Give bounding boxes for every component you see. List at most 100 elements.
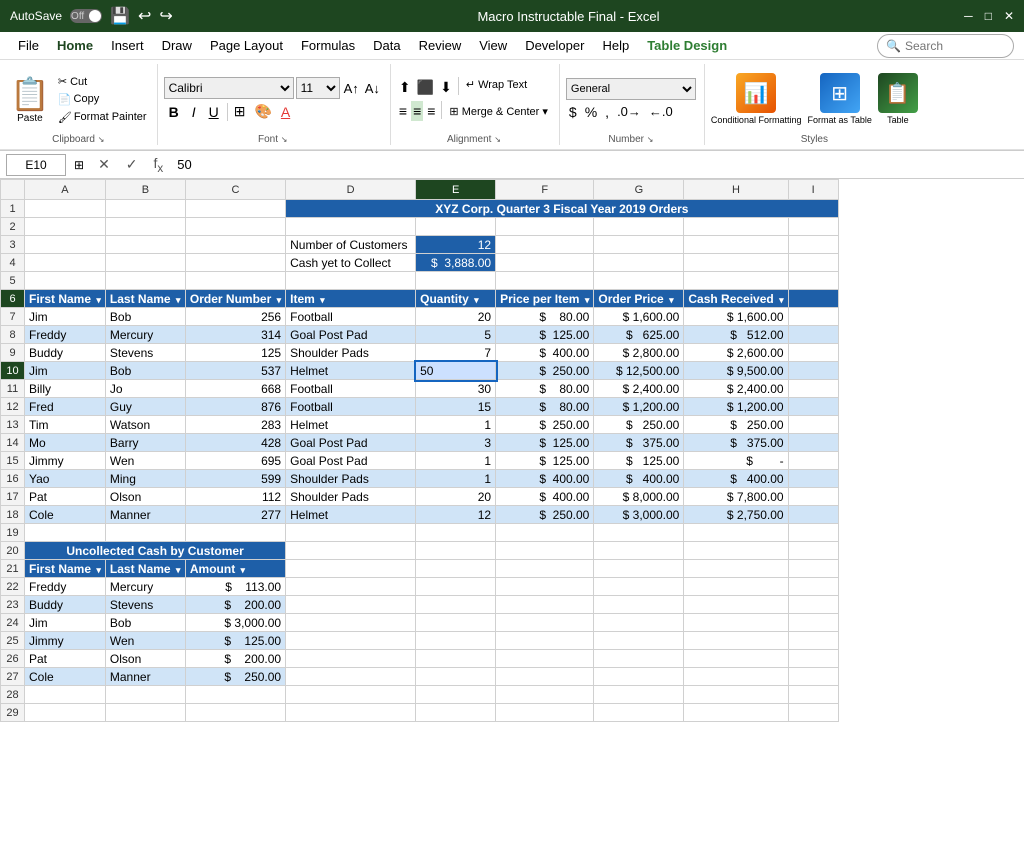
- conditional-formatting-button[interactable]: 📊 Conditional Formatting: [711, 73, 802, 125]
- row-header: 9: [1, 344, 25, 362]
- row-header: 6: [1, 290, 25, 308]
- font-size-select[interactable]: 11: [296, 77, 340, 99]
- border-button[interactable]: ⊞: [231, 102, 249, 121]
- formula-input[interactable]: [173, 154, 1018, 176]
- search-icon: 🔍: [886, 39, 901, 53]
- col-header-i[interactable]: I: [788, 180, 838, 200]
- insert-function-button[interactable]: fx: [148, 153, 170, 177]
- align-right-button[interactable]: ≡: [425, 101, 437, 121]
- window-controls[interactable]: ─ □ ✕: [964, 9, 1014, 23]
- row-header: 23: [1, 596, 25, 614]
- table-row: 8 Freddy Mercury 314 Goal Post Pad 5 $ 1…: [1, 326, 839, 344]
- format-painter-button[interactable]: 🖌Format Painter: [56, 110, 149, 125]
- col-header-e[interactable]: E: [416, 180, 496, 200]
- table-row: 11 Billy Jo 668 Football 30 $ 80.00 $ 2,…: [1, 380, 839, 398]
- menu-developer[interactable]: Developer: [517, 36, 592, 55]
- row-header: 10: [1, 362, 25, 380]
- menu-data[interactable]: Data: [365, 36, 408, 55]
- row-header: 2: [1, 218, 25, 236]
- table-row: 9 Buddy Stevens 125 Shoulder Pads 7 $ 40…: [1, 344, 839, 362]
- table-row: 7 Jim Bob 256 Football 20 $ 80.00 $ 1,60…: [1, 308, 839, 326]
- col-header-b[interactable]: B: [105, 180, 185, 200]
- menu-page-layout[interactable]: Page Layout: [202, 36, 291, 55]
- table-row: 12 Fred Guy 876 Football 15 $ 80.00 $ 1,…: [1, 398, 839, 416]
- close-btn[interactable]: ✕: [1004, 9, 1014, 23]
- search-input[interactable]: [905, 39, 1005, 53]
- confirm-formula-button[interactable]: ✓: [120, 154, 144, 175]
- cell-a1[interactable]: [25, 200, 106, 218]
- menu-help[interactable]: Help: [594, 36, 637, 55]
- menu-formulas[interactable]: Formulas: [293, 36, 363, 55]
- cell-reference-input[interactable]: [6, 154, 66, 176]
- comma-format-button[interactable]: ,: [602, 103, 612, 121]
- save-icon[interactable]: 💾: [110, 6, 130, 26]
- col-header-g[interactable]: G: [594, 180, 684, 200]
- percent-format-button[interactable]: %: [582, 103, 600, 121]
- cell-title[interactable]: XYZ Corp. Quarter 3 Fiscal Year 2019 Ord…: [286, 200, 839, 218]
- autosave-toggle[interactable]: Off: [70, 9, 102, 23]
- italic-button[interactable]: I: [187, 103, 201, 121]
- redo-icon[interactable]: ↪: [159, 6, 172, 26]
- font-name-select[interactable]: Calibri: [164, 77, 294, 99]
- row-header: 5: [1, 272, 25, 290]
- menu-view[interactable]: View: [471, 36, 515, 55]
- increase-decimal-button[interactable]: .0→: [614, 103, 644, 120]
- paste-button[interactable]: 📋 Paste: [8, 73, 52, 126]
- dollar-format-button[interactable]: $: [566, 103, 580, 121]
- search-box[interactable]: 🔍: [877, 34, 1014, 58]
- col-header-d[interactable]: D: [286, 180, 416, 200]
- row-header: 15: [1, 452, 25, 470]
- menu-review[interactable]: Review: [411, 36, 470, 55]
- merge-center-button[interactable]: ⊞ Merge & Center ▾: [446, 101, 551, 121]
- clipboard-label: Clipboard ↘: [8, 134, 149, 145]
- align-top-button[interactable]: ⬆: [397, 77, 413, 98]
- sheet-table: A B C D E F G H I 1 XYZ Corp. Quarter 3 …: [0, 179, 839, 722]
- table-row: 29: [1, 704, 839, 722]
- align-left-button[interactable]: ≡: [397, 101, 409, 121]
- cell-e4[interactable]: $ 3,888.00: [416, 254, 496, 272]
- menu-insert[interactable]: Insert: [103, 36, 152, 55]
- font-color-button[interactable]: A: [278, 103, 293, 121]
- formula-bar: ⊞ ✕ ✓ fx: [0, 151, 1024, 179]
- col-header-a[interactable]: A: [25, 180, 106, 200]
- align-middle-button[interactable]: ⬛: [415, 77, 436, 98]
- table-row: 2: [1, 218, 839, 236]
- menu-table-design[interactable]: Table Design: [639, 36, 735, 55]
- decrease-font-button[interactable]: A↓: [363, 80, 382, 97]
- maximize-btn[interactable]: □: [985, 9, 992, 23]
- bold-button[interactable]: B: [164, 103, 184, 121]
- formula-expand-icon[interactable]: ⊞: [70, 156, 88, 174]
- menu-draw[interactable]: Draw: [154, 36, 200, 55]
- spreadsheet[interactable]: A B C D E F G H I 1 XYZ Corp. Quarter 3 …: [0, 179, 1024, 852]
- wrap-text-button[interactable]: ↵ Wrap Text: [463, 77, 530, 92]
- cell-b1[interactable]: [105, 200, 185, 218]
- minimize-btn[interactable]: ─: [964, 9, 973, 23]
- menu-home[interactable]: Home: [49, 36, 101, 55]
- undo-icon[interactable]: ↩: [138, 6, 151, 26]
- col-header-h[interactable]: H: [684, 180, 788, 200]
- col-header-c[interactable]: C: [185, 180, 285, 200]
- table-row: 3 Number of Customers 12: [1, 236, 839, 254]
- sub-table-title[interactable]: Uncollected Cash by Customer: [25, 542, 286, 560]
- row-header: 7: [1, 308, 25, 326]
- decrease-decimal-button[interactable]: ←.0: [646, 103, 676, 120]
- cancel-formula-button[interactable]: ✕: [92, 154, 116, 175]
- align-bottom-button[interactable]: ⬇: [438, 77, 454, 98]
- cell-c1[interactable]: [185, 200, 285, 218]
- underline-button[interactable]: U: [204, 103, 224, 121]
- fill-color-button[interactable]: 🎨: [251, 102, 274, 121]
- menu-file[interactable]: File: [10, 36, 47, 55]
- format-as-table-button[interactable]: ⊞ Format as Table: [807, 73, 871, 125]
- selected-cell-e10[interactable]: 50: [416, 362, 496, 380]
- title-bar-left: AutoSave Off 💾 ↩ ↪: [10, 6, 173, 26]
- increase-font-button[interactable]: A↑: [342, 80, 361, 97]
- styles-group: 📊 Conditional Formatting ⊞ Format as Tab…: [711, 64, 926, 145]
- table-row: 24 Jim Bob $ 3,000.00: [1, 614, 839, 632]
- col-header-f[interactable]: F: [496, 180, 594, 200]
- copy-button[interactable]: 📄Copy: [56, 92, 149, 107]
- cell-e3[interactable]: 12: [416, 236, 496, 254]
- number-format-select[interactable]: General: [566, 78, 696, 100]
- table-styles-button[interactable]: 📋 Table: [878, 73, 918, 125]
- cut-button[interactable]: ✂ Cut: [56, 74, 149, 89]
- align-center-button[interactable]: ≡: [411, 101, 423, 121]
